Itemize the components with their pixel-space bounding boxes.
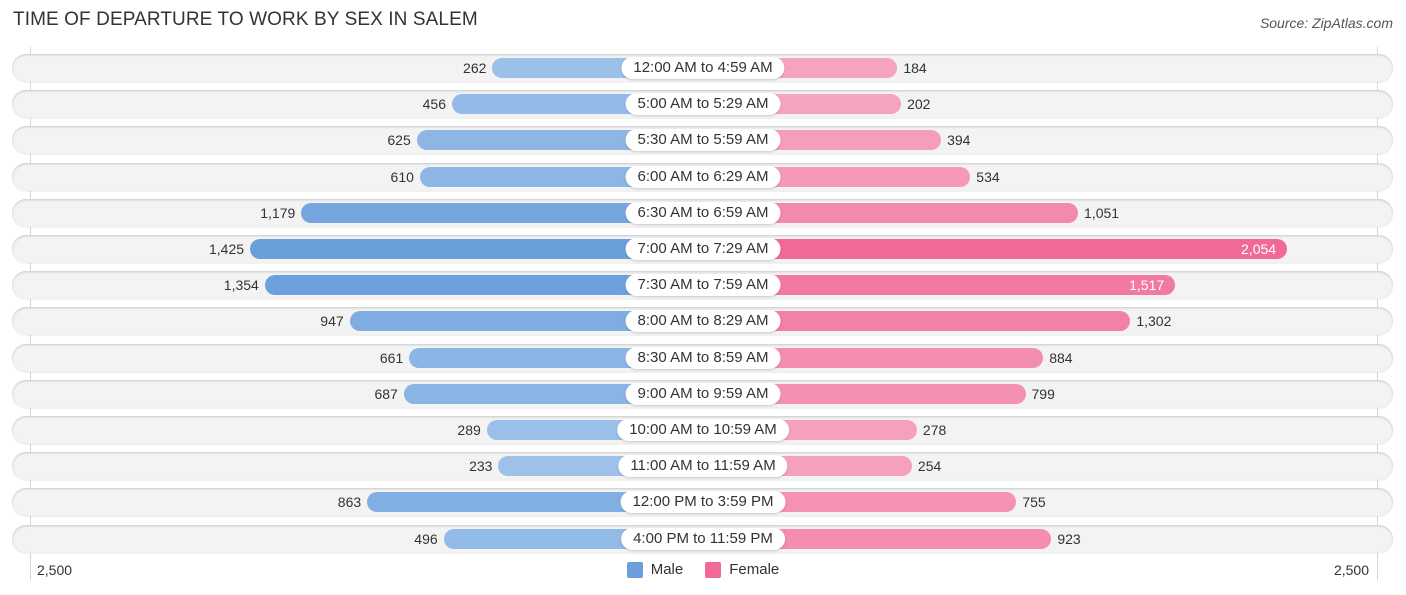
female-value-label: 184: [903, 60, 927, 76]
male-value-label: 687: [374, 385, 398, 402]
male-value-label: 661: [379, 349, 404, 366]
legend-item-female[interactable]: Female: [705, 561, 779, 578]
male-swatch: [626, 561, 643, 578]
male-value-label: 1,179: [260, 204, 296, 221]
chart-title: TIME OF DEPARTURE TO WORK BY SEX IN SALE…: [13, 9, 478, 30]
male-value-label: 1,354: [223, 277, 259, 294]
category-label: 7:00 AM to 7:29 AM: [625, 238, 781, 260]
female-value-label: 799: [1031, 385, 1055, 402]
category-label: 7:30 AM to 7:59 AM: [625, 274, 781, 297]
male-value-label: 863: [337, 494, 362, 511]
category-label: 10:00 AM to 10:59 AM: [617, 419, 789, 441]
male-value-label: 1,425: [208, 241, 245, 257]
female-swatch: [705, 561, 722, 578]
female-value-label: 755: [1022, 494, 1046, 511]
category-label: 8:00 AM to 8:29 AM: [625, 310, 781, 333]
female-value-label: 884: [1049, 349, 1073, 366]
female-value-label: 1,302: [1136, 313, 1172, 330]
female-value-label: 923: [1057, 530, 1081, 547]
male-value-label: 233: [469, 458, 493, 475]
legend-label-female: Female: [729, 561, 780, 578]
female-value-label: 534: [976, 168, 1000, 185]
source-label: Source: ZipAtlas.com: [1259, 15, 1393, 31]
male-value-label: 262: [463, 60, 487, 76]
male-value-label: 289: [457, 422, 481, 438]
category-label: 6:00 AM to 6:29 AM: [625, 165, 781, 188]
category-label: 5:00 AM to 5:29 AM: [625, 93, 781, 116]
male-value-label: 625: [387, 132, 411, 149]
legend: Male Female: [0, 561, 1406, 578]
male-value-label: 456: [422, 96, 446, 113]
female-value-label: 394: [947, 132, 971, 149]
legend-label-male: Male: [650, 561, 684, 578]
category-label: 11:00 AM to 11:59 AM: [618, 455, 788, 478]
female-value-label: 202: [907, 96, 931, 113]
female-value-label: 278: [922, 422, 947, 438]
male-value-label: 496: [414, 530, 438, 547]
category-label: 6:30 AM to 6:59 AM: [625, 201, 781, 224]
female-value-label: 1,517: [1129, 277, 1165, 294]
category-label: 12:00 AM to 4:59 AM: [621, 57, 785, 79]
category-label: 12:00 PM to 3:59 PM: [620, 491, 786, 514]
legend-item-male[interactable]: Male: [626, 561, 684, 578]
male-value-label: 947: [320, 313, 344, 330]
female-value-label: 254: [917, 458, 942, 475]
female-value-label: 1,051: [1084, 204, 1120, 221]
category-label: 5:30 AM to 5:59 AM: [625, 129, 781, 152]
female-value-label: 2,054: [1241, 241, 1277, 257]
category-label: 9:00 AM to 9:59 AM: [625, 382, 781, 405]
female-bar[interactable]: [703, 239, 1288, 259]
male-value-label: 610: [390, 168, 414, 185]
category-label: 8:30 AM to 8:59 AM: [625, 346, 781, 369]
category-label: 4:00 PM to 11:59 PM: [621, 527, 785, 550]
